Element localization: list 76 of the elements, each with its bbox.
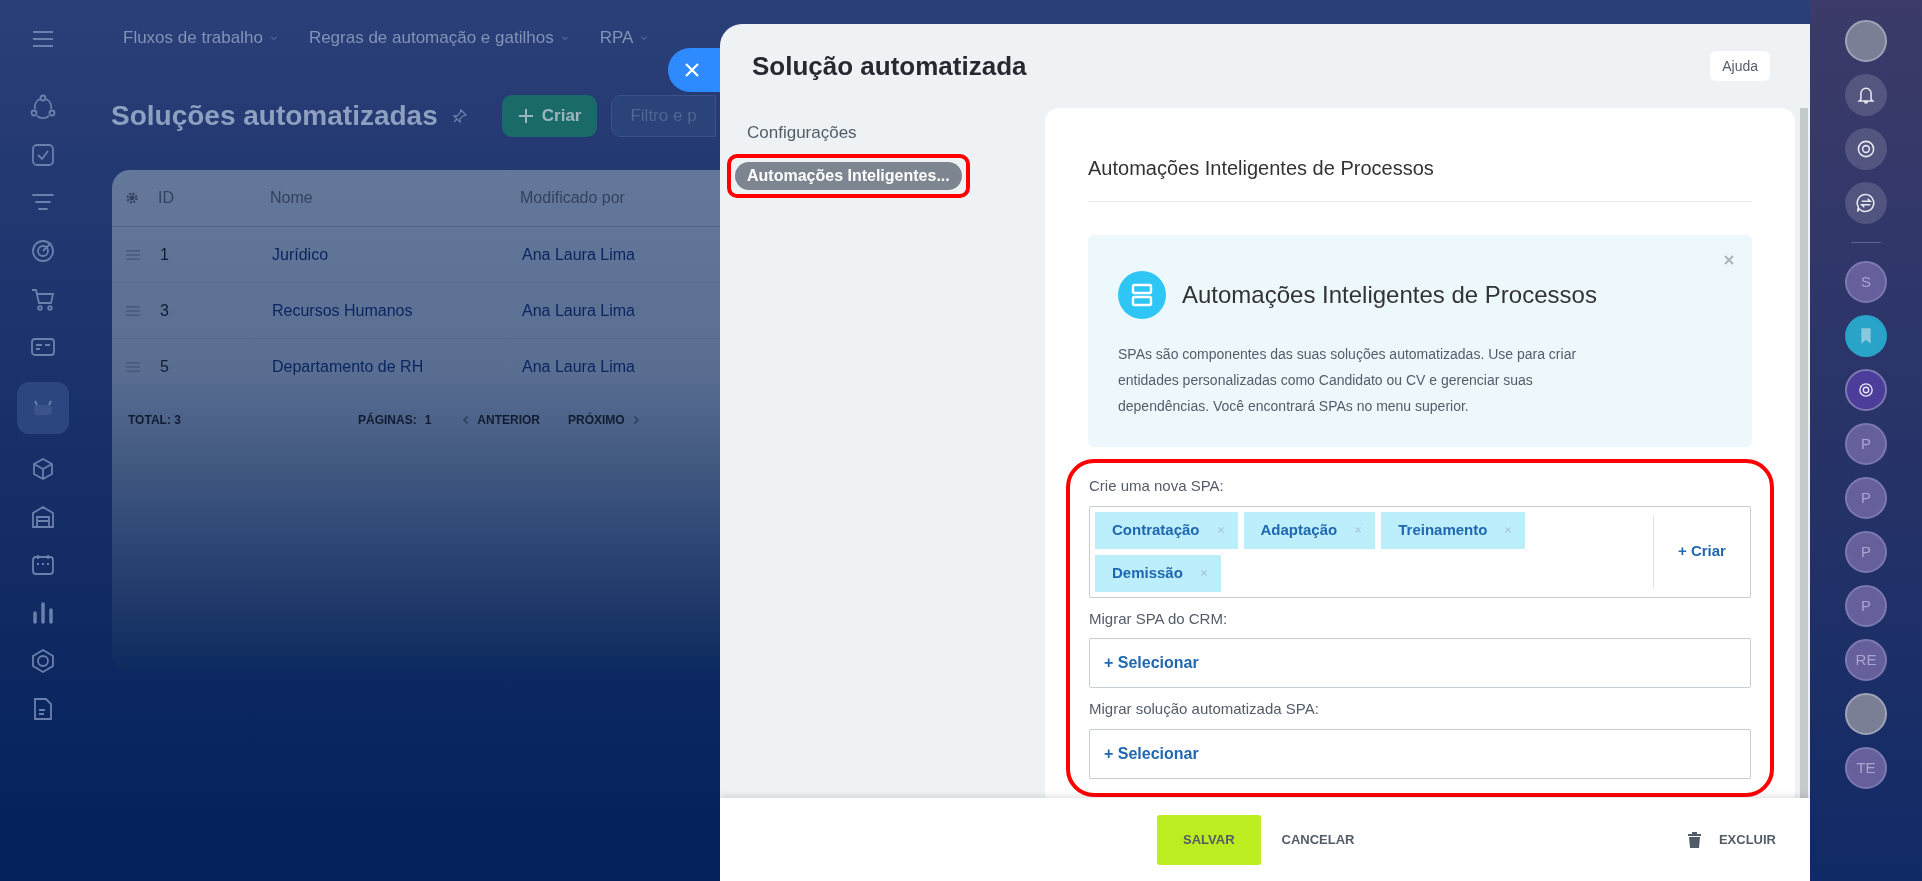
checkbox-icon[interactable] bbox=[29, 142, 56, 168]
section-title: Automações Inteligentes de Processos bbox=[1088, 153, 1752, 202]
chat-arrows-icon bbox=[1855, 192, 1877, 214]
user-link[interactable]: Ana Laura Lima bbox=[522, 298, 635, 323]
chat-avatar[interactable]: P bbox=[1845, 585, 1887, 627]
previous-link[interactable]: ANTERIOR bbox=[461, 411, 541, 429]
panel-title: Solução automatizada bbox=[752, 49, 1027, 83]
create-link[interactable]: + Criar bbox=[1678, 540, 1726, 563]
table-cell-text: 5 bbox=[159, 356, 170, 377]
chat-button[interactable] bbox=[1845, 182, 1887, 224]
hexagon-icon[interactable] bbox=[29, 648, 56, 674]
avatar[interactable] bbox=[1845, 693, 1887, 735]
row-link[interactable]: Jurídico bbox=[272, 242, 522, 267]
chat-avatar[interactable]: P bbox=[1845, 477, 1887, 519]
assistant-chat-button[interactable] bbox=[1845, 369, 1887, 411]
help-button[interactable]: Ajuda bbox=[1710, 51, 1770, 81]
user-link[interactable]: Ana Laura Lima bbox=[522, 354, 635, 379]
layers-icon bbox=[1118, 271, 1166, 319]
row-link[interactable]: Departamento de RH bbox=[272, 354, 522, 379]
page-number[interactable]: 1 bbox=[424, 411, 432, 429]
menu-tab[interactable]: Fluxos de trabalho bbox=[123, 25, 279, 51]
next-link[interactable]: PRÓXIMO bbox=[568, 411, 641, 429]
chat-avatar[interactable]: RE bbox=[1845, 639, 1887, 681]
user-link[interactable]: Ana Laura Lima bbox=[522, 242, 635, 267]
warehouse-icon[interactable] bbox=[29, 504, 56, 530]
info-title: Automações Inteligentes de Processos bbox=[1182, 280, 1597, 310]
scrollbar[interactable] bbox=[1800, 108, 1808, 798]
bookmark-button[interactable] bbox=[1845, 315, 1887, 357]
nav-item[interactable]: Automações Inteligentes... bbox=[735, 162, 962, 190]
target-icon[interactable] bbox=[29, 238, 56, 264]
pages-label: PÁGINAS: bbox=[358, 411, 417, 429]
table-cell-text: 1 bbox=[159, 244, 170, 265]
tag-chip[interactable]: Demissão bbox=[1095, 554, 1221, 592]
row-link[interactable]: Recursos Humanos bbox=[272, 298, 522, 323]
chat-avatar[interactable]: S bbox=[1845, 261, 1887, 303]
page-title: Soluções automatizadas bbox=[111, 99, 438, 133]
chat-avatar[interactable]: P bbox=[1845, 423, 1887, 465]
close-icon[interactable] bbox=[1724, 255, 1734, 265]
plus-icon bbox=[517, 108, 534, 124]
tag-chip[interactable]: Contratação bbox=[1095, 511, 1238, 549]
column-header[interactable]: Nome bbox=[270, 186, 520, 210]
delete-button[interactable]: EXCLUIR bbox=[1687, 819, 1776, 860]
save-button[interactable]: SALVAR bbox=[1157, 814, 1261, 865]
active-nav-tile[interactable] bbox=[16, 382, 69, 434]
total-count: TOTAL: 3 bbox=[128, 412, 182, 429]
calendar-icon[interactable] bbox=[29, 552, 56, 578]
tag-field[interactable]: Contratação Adaptação Treinamento Demissão + Criar bbox=[1089, 505, 1751, 598]
cycle-icon[interactable] bbox=[29, 94, 56, 120]
create-button[interactable]: Criar bbox=[501, 95, 598, 137]
select-link[interactable]: + Selecionar bbox=[1104, 741, 1199, 766]
table-cell-text: 3 bbox=[159, 300, 170, 321]
column-header[interactable]: Modificado por bbox=[520, 186, 625, 210]
select-field[interactable]: + Selecionar bbox=[1089, 728, 1751, 779]
field-label: Crie uma nova SPA: bbox=[1089, 476, 1225, 496]
assistant-button[interactable] bbox=[1845, 128, 1887, 170]
tag-chip[interactable]: Adaptação bbox=[1243, 511, 1376, 549]
chat-avatar[interactable]: TE bbox=[1845, 747, 1887, 789]
nav-item[interactable]: Configurações bbox=[735, 118, 869, 148]
cancel-button[interactable]: CANCELAR bbox=[1272, 814, 1364, 865]
field-label: Migrar solução automatizada SPA: bbox=[1089, 699, 1320, 719]
menu-tab[interactable]: RPA bbox=[599, 25, 650, 51]
trash-icon bbox=[1687, 831, 1701, 848]
info-text: SPAs são componentes das suas soluções automatizadas. Use para criar entidades personalizadas como Candidato ou CV e gerenciar suas dependências. Você encontrará SPAs no menu superior. bbox=[1118, 345, 1578, 416]
select-field[interactable]: + Selecionar bbox=[1089, 638, 1751, 688]
tag-chip[interactable]: Treinamento bbox=[1381, 511, 1526, 549]
close-button[interactable] bbox=[668, 48, 720, 92]
pin-icon[interactable] bbox=[451, 108, 468, 124]
select-link[interactable]: + Selecionar bbox=[1104, 651, 1199, 675]
column-header[interactable]: ID bbox=[140, 186, 270, 210]
close-icon bbox=[684, 62, 700, 78]
chat-avatar[interactable]: P bbox=[1845, 531, 1887, 573]
avatar[interactable] bbox=[1845, 20, 1887, 62]
field-label: Migrar SPA do CRM: bbox=[1089, 608, 1229, 629]
cart-icon[interactable] bbox=[29, 286, 56, 312]
menu-tab[interactable]: Regras de automação e gatilhos bbox=[308, 25, 570, 51]
notifications-button[interactable] bbox=[1845, 74, 1887, 116]
